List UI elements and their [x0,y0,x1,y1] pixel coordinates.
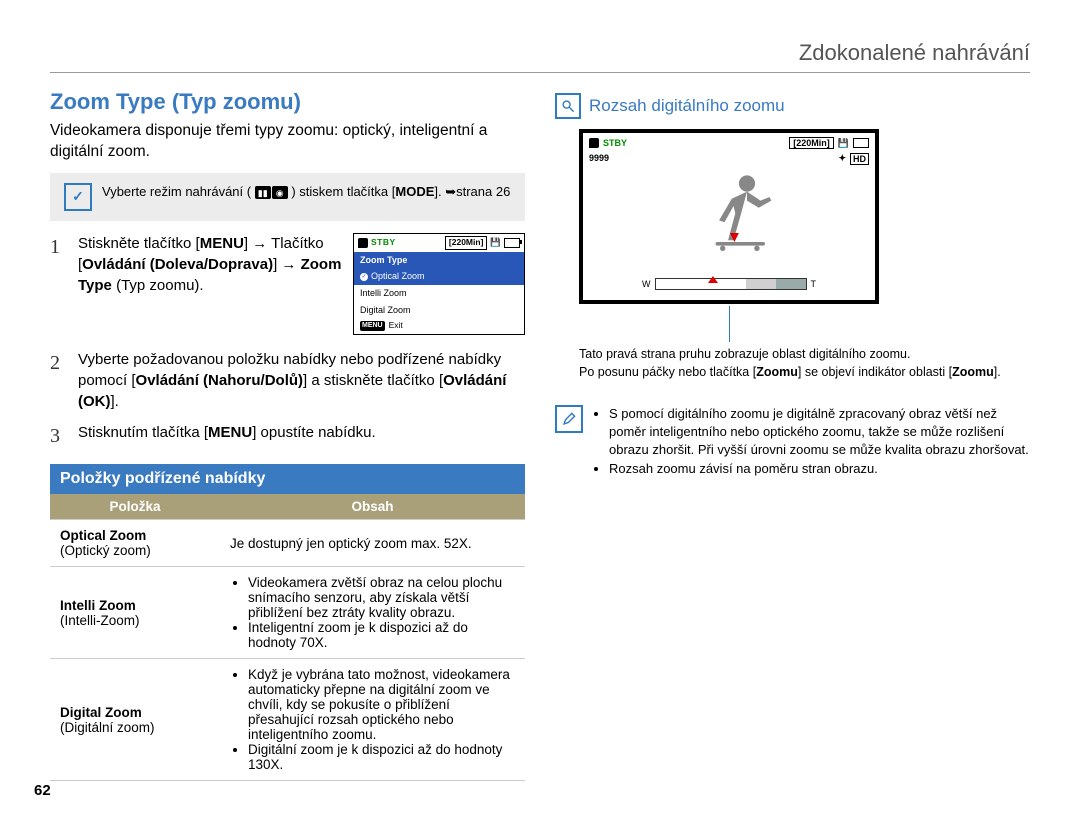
table-row: Optical Zoom(Optický zoom) Je dostupný j… [50,520,525,567]
card-icon [358,238,368,248]
time-remaining: [220Min] [789,137,834,149]
zoom-caption: Tato pravá strana pruhu zobrazuje oblast… [579,346,1030,381]
intro-paragraph: Videokamera disponuje třemi typy zoomu: … [50,121,525,163]
step-3: 3 Stisknutím tlačítka [MENU] opustíte na… [50,422,525,450]
right-column: Rozsah digitálního zoomu STBY [220Min] 💾 [555,89,1030,781]
menu-button-icon: MENU [360,321,385,331]
lcd-menu-optical-zoom: ✓Optical Zoom [354,268,524,285]
battery-icon [504,238,520,248]
example-icon [555,93,581,119]
page-number: 62 [34,782,51,799]
table-header-content: Obsah [220,494,525,520]
card-icon [589,138,599,148]
steps-list: 1 STBY [220Min] [50,233,525,450]
two-column-layout: Zoom Type (Typ zoomu) Videokamera dispon… [50,89,1030,781]
quality-icon: ✦ [838,153,846,164]
battery-icon [853,138,869,148]
step-number-3: 3 [50,422,68,450]
mode-note-box: ✓ Vyberte režim nahrávání ( ▮▮ ◉ ) stisk… [50,173,525,221]
callout-line [729,306,730,342]
table-row: Digital Zoom(Digitální zoom) Když je vyb… [50,659,525,781]
section-title: Zoom Type (Typ zoomu) [50,89,525,115]
lcd-preview: STBY [220Min] 💾 9999 ✦ HD [579,129,879,304]
lcd-menu-digital-zoom: Digital Zoom [354,302,524,319]
sub-items-table: Položka Obsah Optical Zoom(Optický zoom)… [50,494,525,781]
step-number-2: 2 [50,349,68,412]
pencil-note-icon [555,405,583,433]
tip-item: Rozsah zoomu závisí na poměru stran obra… [609,460,1030,478]
storage-icon: 💾 [838,138,849,149]
lcd-exit-row: MENU Exit [354,318,524,334]
skateboarder-silhouette [698,170,788,265]
shot-count: 9999 [589,153,609,163]
left-column: Zoom Type (Typ zoomu) Videokamera dispon… [50,89,525,781]
checkmark-icon: ✓ [64,183,92,211]
zoom-scale: W T [642,278,816,290]
zoom-handle-icon [708,276,718,283]
mode-icons: ▮▮ ◉ [255,186,288,199]
step-2: 2 Vyberte požadovanou položku nabídky ne… [50,349,525,412]
tip-item: S pomocí digitálního zoomu je digitálně … [609,405,1030,460]
mode-note-text: Vyberte režim nahrávání ( ▮▮ ◉ ) stiskem… [102,183,510,201]
time-remaining: [220Min] [445,236,487,250]
stby-indicator: STBY [603,138,627,148]
lcd-menu-header: Zoom Type [354,252,524,269]
tip-box: S pomocí digitálního zoomu je digitálně … [555,405,1030,478]
digital-zoom-range-title: Rozsah digitálního zoomu [555,93,1030,119]
table-row: Intelli Zoom(Intelli-Zoom) Videokamera z… [50,567,525,659]
chapter-title: Zdokonalené nahrávání [50,40,1030,73]
preview-hud: STBY [220Min] 💾 [589,137,869,149]
step-number-1: 1 [50,233,68,339]
table-header-item: Položka [50,494,220,520]
stby-indicator: STBY [371,237,396,249]
lcd-menu-intelli-zoom: Intelli Zoom [354,285,524,302]
video-mode-icon: ▮▮ [255,186,271,199]
storage-icon: 💾 [490,237,501,249]
zoom-wide-label: W [642,279,651,289]
manual-page: Zdokonalené nahrávání Zoom Type (Typ zoo… [0,0,1080,825]
sub-items-header: Položky podřízené nabídky [50,464,525,494]
photo-mode-icon: ◉ [272,186,288,199]
step-1: 1 STBY [220Min] [50,233,525,339]
zoom-bar [655,278,807,290]
lcd-menu-illustration: STBY [220Min] 💾 Zoom Type ✓Optic [353,233,525,335]
zoom-tele-label: T [811,279,817,289]
hd-icon: HD [850,154,869,164]
